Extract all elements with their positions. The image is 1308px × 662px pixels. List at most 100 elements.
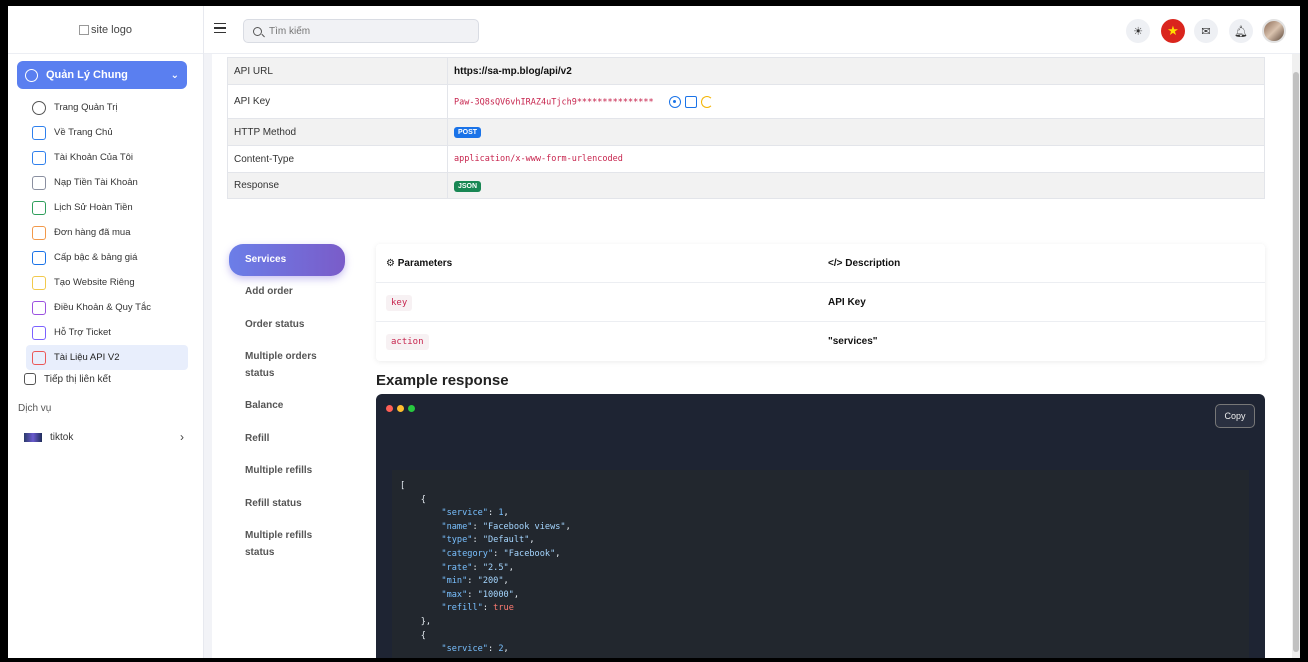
red-dot-icon <box>386 405 393 412</box>
api-icon <box>32 350 46 365</box>
api-key-cell: Paw-3Q8sQV6vhIRAZ4uTjch9*************** <box>447 84 1265 119</box>
example-response-title: Example response <box>376 372 509 389</box>
document-icon <box>24 373 36 385</box>
copy-icon[interactable] <box>684 95 697 108</box>
green-dot-icon <box>408 405 415 412</box>
param-description: "services" <box>828 336 878 347</box>
sidebar-item-label: Tài Liệu API V2 <box>54 352 120 363</box>
table-row: action "services" <box>376 322 1265 361</box>
param-description: API Key <box>828 296 866 308</box>
response-cell: JSON <box>447 172 1265 199</box>
sidebar-menu: Trang Quản Trị Về Trang Chủ Tài Khoản Của … <box>26 95 188 370</box>
json-response: [ { "service": 1, "name": "Facebook view… <box>392 470 1249 658</box>
sidebar-item[interactable]: Về Trang Chủ <box>26 120 188 145</box>
home-icon <box>32 100 46 115</box>
tab-refill[interactable]: Refill <box>229 423 345 456</box>
sidebar-item[interactable]: Tạo Website Riêng <box>26 270 188 295</box>
sidebar-item-label: Đơn hàng đã mua <box>54 227 131 238</box>
gear-icon: ⚙ <box>386 257 398 269</box>
table-row: API URL https://sa-mp.blog/api/v2 <box>227 57 1265 85</box>
sidebar-item-tiktok[interactable]: tiktok › <box>24 430 184 444</box>
sidebar-item-label: Điều Khoản & Quy Tắc <box>54 302 151 313</box>
api-url-key: API URL <box>227 57 448 85</box>
sidebar-item-label: Tài Khoản Của Tôi <box>54 152 134 163</box>
user-icon <box>32 150 46 165</box>
sidebar-item-label: tiktok <box>50 431 74 443</box>
refund-icon <box>32 200 46 215</box>
sidebar-item[interactable]: Nạp Tiền Tài Khoản <box>26 170 188 195</box>
copy-button[interactable]: Copy <box>1215 404 1255 428</box>
table-row: API Key Paw-3Q8sQV6vhIRAZ4uTjch9********… <box>227 84 1265 119</box>
yellow-dot-icon <box>397 405 404 412</box>
table-row: key API Key <box>376 283 1265 322</box>
sidebar-item-label: Trang Quản Trị <box>54 102 118 113</box>
scrollbar-thumb[interactable] <box>1293 72 1299 652</box>
sidebar-item[interactable]: Hỗ Trợ Ticket <box>26 320 188 345</box>
sidebar-item-label: Tạo Website Riêng <box>54 277 135 288</box>
sidebar-item-label: Hỗ Trợ Ticket <box>54 327 111 338</box>
tab-balance[interactable]: Balance <box>229 390 345 423</box>
sidebar-item[interactable]: Trang Quản Trị <box>26 95 188 120</box>
tab-multiple-refills-status[interactable]: Multiple refills status <box>229 520 345 569</box>
search-box[interactable] <box>243 19 479 43</box>
group-label: Quản Lý Chung <box>46 69 128 81</box>
bell-icon[interactable]: 🔔︎ <box>1229 19 1253 43</box>
tab-multiple-orders-status[interactable]: Multiple orders status <box>229 341 345 390</box>
tab-add-order[interactable]: Add order <box>229 276 345 309</box>
sidebar-item[interactable]: Tài Liệu API V2 <box>26 345 188 370</box>
parameters-header-label: Parameters <box>397 257 453 269</box>
group-toggle-button[interactable]: Quản Lý Chung ⌄ <box>17 61 187 89</box>
tab-services[interactable]: Services <box>229 244 345 276</box>
hamburger-menu-icon[interactable] <box>214 23 226 33</box>
main-content: API URL https://sa-mp.blog/api/v2 API Ke… <box>212 54 1292 658</box>
param-key: key <box>386 294 413 311</box>
table-row: Response JSON <box>227 172 1265 199</box>
page-scrollbar[interactable] <box>1292 54 1300 658</box>
api-info-table: API URL https://sa-mp.blog/api/v2 API Ke… <box>227 57 1265 199</box>
sidebar-item-label: Lịch Sử Hoàn Tiền <box>54 202 133 213</box>
post-badge: POST <box>454 127 482 138</box>
wallet-icon <box>32 175 46 190</box>
broken-image-icon <box>79 24 89 35</box>
topbar: ☀ ★ ✉ 🔔︎ <box>204 6 1300 54</box>
vietnam-flag-icon[interactable]: ★ <box>1161 19 1185 43</box>
table-row: HTTP Method POST <box>227 118 1265 146</box>
response-key: Response <box>227 172 448 199</box>
sidebar-item[interactable]: Cấp bậc & bảng giá <box>26 245 188 270</box>
sidebar-item[interactable]: Tài Khoản Của Tôi <box>26 145 188 170</box>
tab-refill-status[interactable]: Refill status <box>229 488 345 521</box>
api-key-key: API Key <box>227 84 448 119</box>
theme-toggle-sun-icon[interactable]: ☀ <box>1126 19 1150 43</box>
sidebar-item-label: Nạp Tiền Tài Khoản <box>54 177 138 188</box>
box-icon <box>32 225 46 240</box>
content-type-value: application/x-www-form-urlencoded <box>447 145 1265 173</box>
sidebar-item[interactable]: Lịch Sử Hoàn Tiền <box>26 195 188 220</box>
section-label-services: Dịch vụ <box>18 403 52 414</box>
website-icon <box>32 275 46 290</box>
json-code: [ { "service": 1, "name": "Facebook view… <box>400 481 571 658</box>
avatar[interactable] <box>1262 19 1286 43</box>
param-cell: action <box>376 334 828 350</box>
grid-icon <box>32 125 46 140</box>
search-input[interactable] <box>269 25 469 37</box>
param-cell: key <box>376 294 828 311</box>
chart-icon <box>32 250 46 265</box>
eye-icon[interactable] <box>668 95 681 108</box>
refresh-icon[interactable] <box>700 95 713 108</box>
sidebar-item-label: Tiếp thị liên kết <box>44 373 111 385</box>
sidebar-item[interactable]: Điều Khoản & Quy Tắc <box>26 295 188 320</box>
sidebar: site logo Quản Lý Chung ⌄ Trang Quản Trị… <box>8 6 204 658</box>
sidebar-item-affiliate[interactable]: Tiếp thị liên kết <box>24 373 111 385</box>
sidebar-item-label: Về Trang Chủ <box>54 127 113 138</box>
sidebar-item-label: Cấp bậc & bảng giá <box>54 252 138 263</box>
tab-multiple-refills[interactable]: Multiple refills <box>229 455 345 488</box>
chevron-down-icon: ⌄ <box>170 69 179 81</box>
description-header-label: Description <box>845 257 901 269</box>
tab-order-status[interactable]: Order status <box>229 309 345 342</box>
content-type-key: Content-Type <box>227 145 448 173</box>
window-dots <box>386 405 415 412</box>
site-logo[interactable]: site logo <box>8 6 203 54</box>
chevron-right-icon: › <box>180 430 184 444</box>
mail-icon[interactable]: ✉ <box>1194 19 1218 43</box>
sidebar-item[interactable]: Đơn hàng đã mua <box>26 220 188 245</box>
